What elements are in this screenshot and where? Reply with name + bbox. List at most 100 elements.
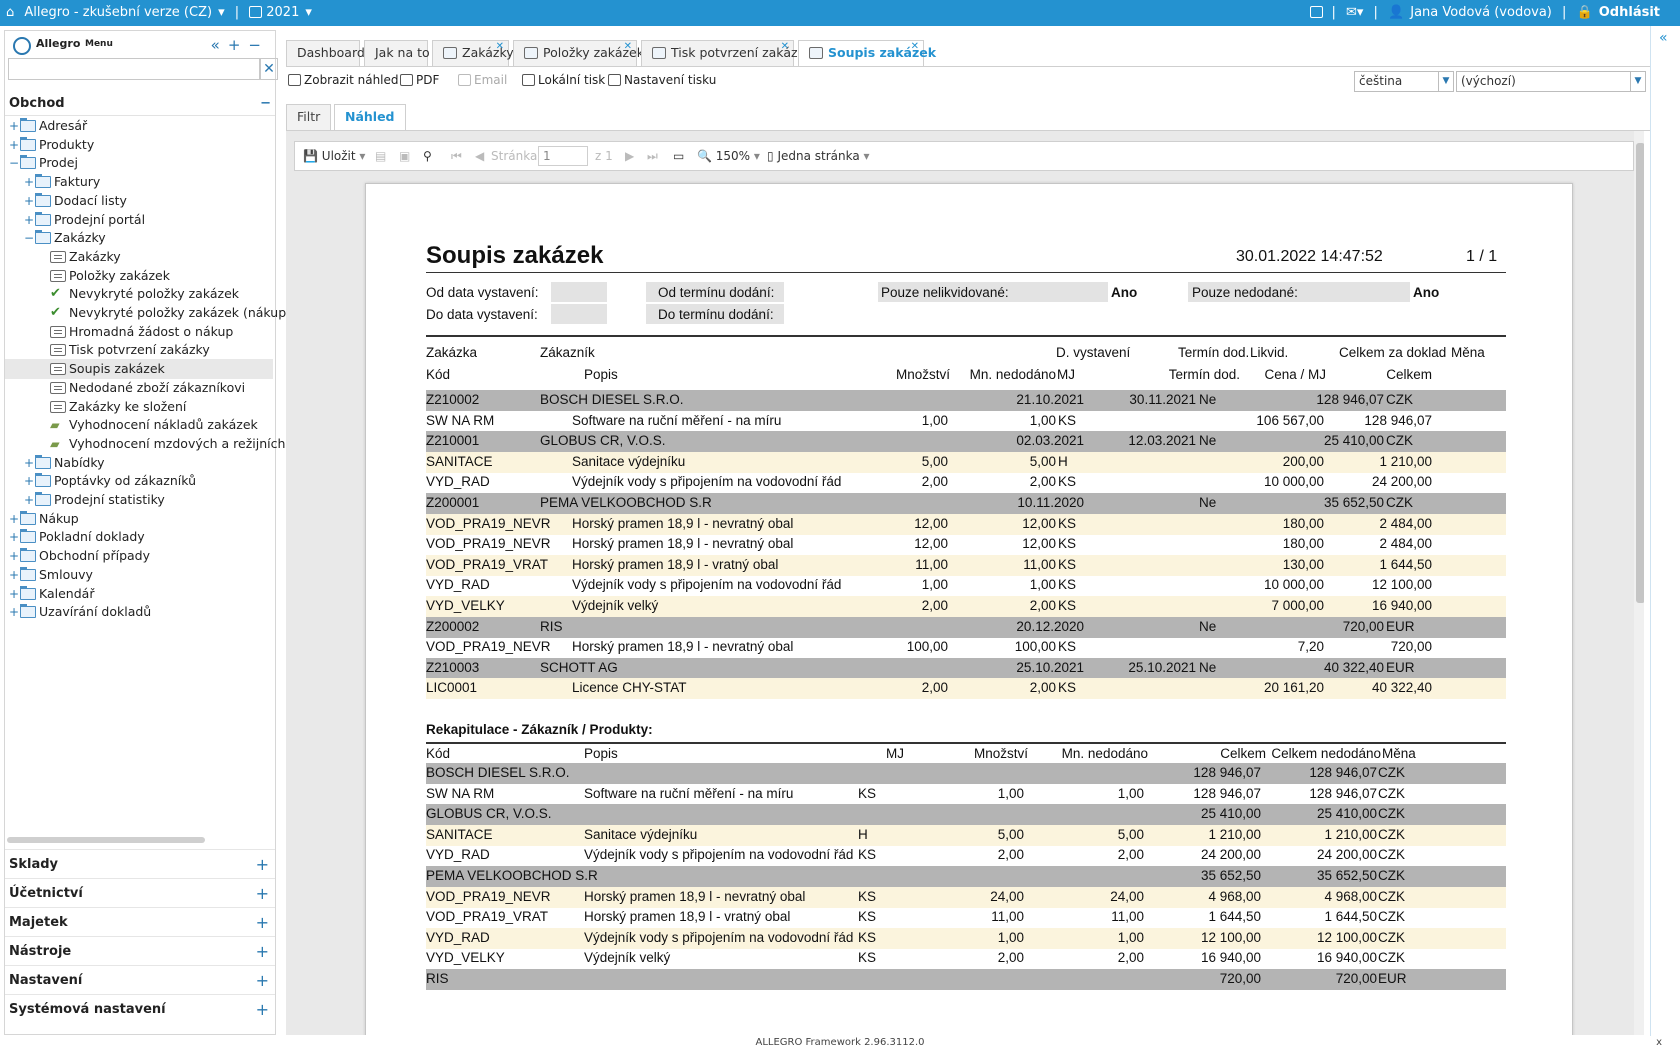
add-icon[interactable]: + (256, 966, 269, 996)
section-2[interactable]: Majetek + (5, 907, 275, 937)
close-icon[interactable]: ✕ (911, 35, 919, 59)
add-icon[interactable]: + (256, 850, 269, 880)
menu-item[interactable]: + Uzavírání dokladů (5, 602, 273, 622)
previous-page-icon[interactable]: ◀ (475, 149, 484, 163)
menu-item[interactable]: + Poptávky od zákazníků (5, 471, 273, 491)
expand-toggle-icon[interactable]: + (9, 116, 19, 136)
expand-toggle-icon[interactable]: + (9, 602, 19, 622)
expand-toggle-icon[interactable]: − (9, 153, 19, 173)
menu-item[interactable]: ▰ Vyhodnocení nákladů zakázek (5, 415, 273, 435)
email-button[interactable]: Email (458, 73, 507, 87)
first-page-icon[interactable]: ⏮ (451, 149, 462, 164)
tab-2[interactable]: Zakázky ✕ (432, 40, 514, 66)
menu-item[interactable]: + Kalendář (5, 584, 273, 604)
menu-item[interactable]: − Zakázky (5, 228, 273, 248)
menu-item[interactable]: Zakázky ke složení (5, 397, 273, 417)
tab-4[interactable]: Tisk potvrzení zakázky ✕ (641, 40, 812, 66)
menu-item[interactable]: ✔ Nevykryté položky zakázek (5, 284, 273, 304)
menu-search-input[interactable] (8, 58, 260, 80)
sidebar-controls[interactable]: «+− (211, 36, 269, 54)
zoom-select[interactable]: 🔍 150% ▾ (697, 149, 760, 163)
menu-item[interactable]: + Produkty (5, 135, 273, 155)
notification-icon[interactable] (1310, 6, 1324, 18)
close-icon[interactable]: ✕ (496, 35, 504, 59)
mail-icon[interactable]: ✉▾ (1346, 5, 1363, 20)
menu-item[interactable]: Položky zakázek (5, 266, 273, 286)
menu-item[interactable]: Hromadná žádost o nákup (5, 322, 273, 342)
expand-toggle-icon[interactable]: − (24, 228, 34, 248)
fullscreen-icon[interactable]: ▭ (673, 149, 684, 163)
menu-item[interactable]: + Nabídky (5, 453, 273, 473)
section-obchod[interactable]: Obchod − (9, 94, 275, 114)
section-4[interactable]: Nastavení + (5, 965, 275, 995)
expand-toggle-icon[interactable]: + (24, 490, 34, 510)
section-5[interactable]: Systémová nastavení + (5, 994, 275, 1024)
section-1[interactable]: Účetnictví + (5, 878, 275, 908)
tab-1[interactable]: Jak na to (364, 40, 430, 66)
menu-item[interactable]: + Nákup (5, 509, 273, 529)
expand-panel-icon[interactable]: « (1659, 30, 1668, 46)
collapse-icon[interactable]: « (211, 36, 228, 54)
last-page-icon[interactable]: ⏭ (647, 149, 658, 164)
scrollbar-thumb[interactable] (1636, 143, 1644, 603)
menu-item[interactable]: + Prodejní statistiky (5, 490, 273, 510)
expand-toggle-icon[interactable]: + (24, 471, 34, 491)
menu-item[interactable]: + Smlouvy (5, 565, 273, 585)
expand-toggle-icon[interactable]: + (9, 546, 19, 566)
expand-toggle-icon[interactable]: + (9, 527, 19, 547)
tab-preview[interactable]: Náhled (334, 104, 406, 130)
menu-item[interactable]: + Adresář (5, 116, 273, 136)
language-select[interactable]: čeština ▼ (1354, 71, 1454, 92)
expand-toggle-icon[interactable]: + (24, 210, 34, 230)
expand-toggle-icon[interactable]: + (24, 172, 34, 192)
menu-item[interactable]: + Pokladní doklady (5, 527, 273, 547)
menu-item[interactable]: + Prodejní portál (5, 210, 273, 230)
menu-item[interactable]: Tisk potvrzení zakázky (5, 340, 273, 360)
expand-toggle-icon[interactable]: + (9, 509, 19, 529)
menu-item[interactable]: + Dodací listy (5, 191, 273, 211)
menu-item[interactable]: + Obchodní případy (5, 546, 273, 566)
menu-item[interactable]: ▰ Vyhodnocení mzdových a režijních (5, 434, 285, 454)
page-mode-select[interactable]: ▯ Jedna stránka ▾ (767, 149, 870, 163)
collapse-all-icon[interactable]: − (248, 36, 269, 54)
menu-item[interactable]: Zakázky (5, 247, 273, 267)
find-icon[interactable]: ⚲ (423, 149, 432, 163)
vertical-scrollbar[interactable] (1634, 131, 1644, 1035)
preview-button[interactable]: Zobrazit náhled (288, 73, 399, 87)
clear-search-icon[interactable]: ✕ (260, 58, 278, 80)
add-icon[interactable]: + (256, 908, 269, 938)
menu-item[interactable]: + Faktury (5, 172, 273, 192)
section-0[interactable]: Sklady + (5, 849, 275, 879)
footer-close[interactable]: x (1656, 1035, 1662, 1050)
close-icon[interactable]: ✕ (781, 35, 789, 59)
chevron-down-icon[interactable]: ▾ (218, 5, 225, 20)
add-icon[interactable]: + (256, 937, 269, 967)
local-print-button[interactable]: Lokální tisk (522, 73, 605, 87)
add-icon[interactable]: + (256, 995, 269, 1025)
pdf-button[interactable]: PDF (400, 73, 439, 87)
add-icon[interactable]: + (256, 879, 269, 909)
expand-all-icon[interactable]: + (228, 36, 249, 54)
clipboard-icon[interactable]: ▣ (399, 149, 410, 163)
expand-toggle-icon[interactable]: + (24, 453, 34, 473)
user-name[interactable]: Jana Vodová (vodova) (1410, 5, 1552, 20)
page-number-input[interactable]: 1 (538, 146, 588, 166)
expand-toggle-icon[interactable]: + (9, 565, 19, 585)
collapse-section-icon[interactable]: − (260, 94, 271, 114)
tab-filter[interactable]: Filtr (286, 104, 332, 130)
menu-item[interactable]: − Prodej (5, 153, 273, 173)
expand-toggle-icon[interactable]: + (24, 191, 34, 211)
close-icon[interactable]: ✕ (624, 35, 632, 59)
horizontal-scrollbar[interactable] (7, 837, 205, 843)
expand-toggle-icon[interactable]: + (9, 584, 19, 604)
tab-5[interactable]: Soupis zakázek ✕ (798, 40, 936, 67)
app-title[interactable]: Allegro - zkušební verze (CZ) (24, 5, 212, 20)
chevron-down-icon[interactable]: ▼ (1630, 72, 1645, 91)
tab-3[interactable]: Položky zakázek ✕ (513, 40, 644, 66)
template-select[interactable]: (výchozí) ▼ (1456, 71, 1646, 92)
document-map-icon[interactable]: ▤ (375, 149, 386, 163)
menu-item[interactable]: ✔ Nevykryté položky zakázek (nákup) (5, 303, 291, 323)
print-settings-button[interactable]: Nastavení tisku (608, 73, 716, 87)
menu-item[interactable]: Nedodané zboží zákazníkovi (5, 378, 273, 398)
next-page-icon[interactable]: ▶ (625, 149, 634, 163)
